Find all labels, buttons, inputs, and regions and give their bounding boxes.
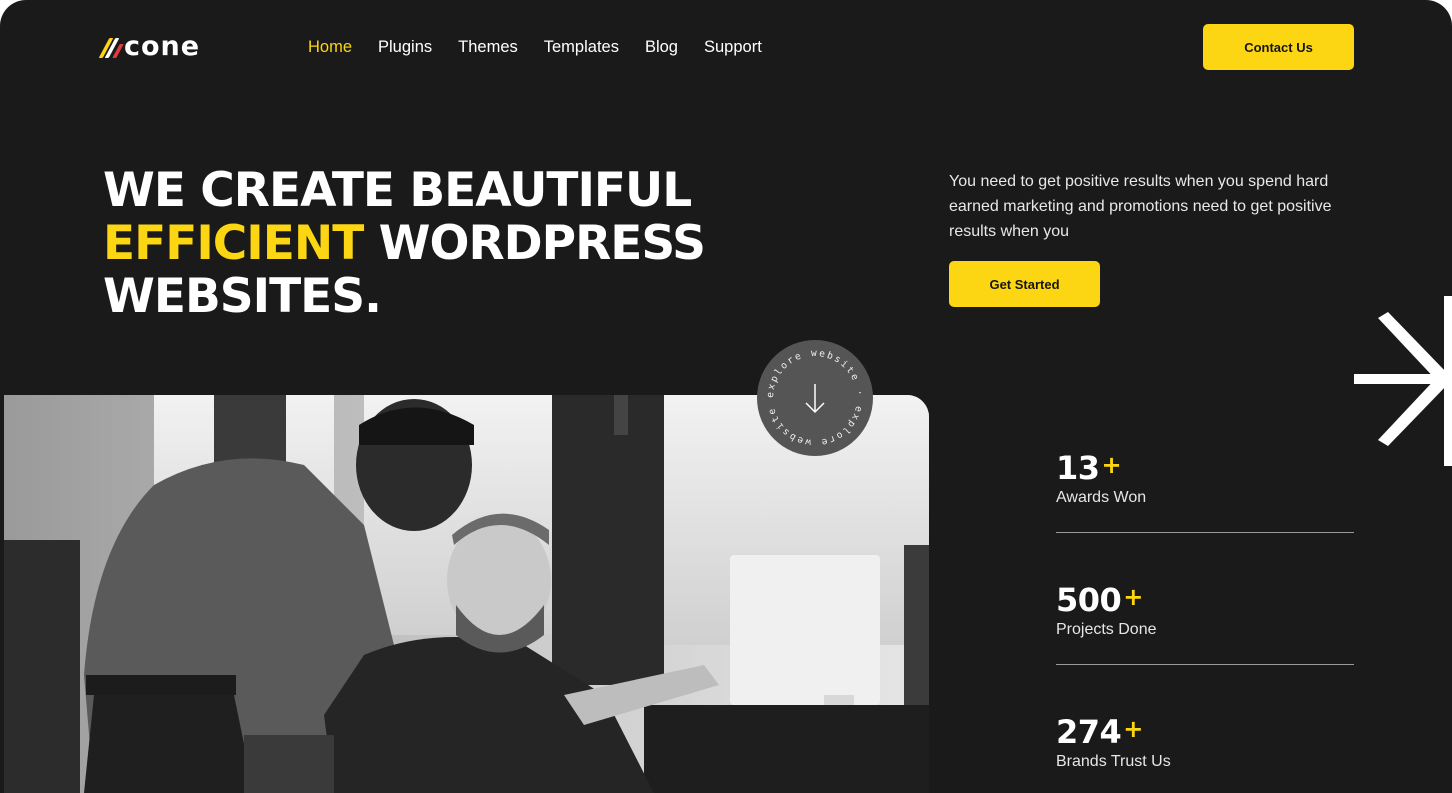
stat-value: 13+: [1056, 449, 1122, 487]
stat-divider: [1056, 532, 1354, 533]
nav-item-templates[interactable]: Templates: [544, 36, 619, 58]
hero-intro-text: You need to get positive results when yo…: [949, 173, 1332, 240]
stat-projects: 500+ Projects Done: [1056, 580, 1356, 641]
logo[interactable]: cone: [98, 31, 201, 62]
get-started-button[interactable]: Get Started: [949, 261, 1100, 307]
headline-highlight: EFFICIENT: [103, 216, 364, 271]
hero-headline: WE CREATE BEAUTIFUL EFFICIENT WORDPRESS …: [103, 164, 863, 323]
nav-item-home[interactable]: Home: [308, 36, 352, 58]
nav-item-blog[interactable]: Blog: [645, 36, 678, 58]
headline-line-3: WEBSITES.: [103, 269, 382, 324]
nav-item-plugins[interactable]: Plugins: [378, 36, 432, 58]
nav-item-themes[interactable]: Themes: [458, 36, 518, 58]
headline-line-1: WE CREATE BEAUTIFUL: [103, 163, 692, 218]
nav-item-support[interactable]: Support: [704, 36, 762, 58]
stat-value: 500+: [1056, 581, 1143, 619]
logo-mark-icon: [98, 36, 124, 58]
explore-website-badge[interactable]: explore website · explore website ·: [757, 340, 873, 456]
stat-value: 274+: [1056, 713, 1143, 751]
stat-label: Brands Trust Us: [1056, 753, 1171, 770]
main-nav: Home Plugins Themes Templates Blog Suppo…: [308, 36, 762, 58]
stat-awards: 13+ Awards Won: [1056, 448, 1356, 509]
page-frame: cone Home Plugins Themes Templates Blog …: [0, 0, 1452, 793]
contact-us-button[interactable]: Contact Us: [1203, 24, 1354, 70]
stat-label: Awards Won: [1056, 489, 1147, 506]
headline-line-2: WORDPRESS: [363, 216, 706, 271]
stat-divider: [1056, 664, 1354, 665]
asterisk-arrow-icon: [1354, 296, 1452, 466]
logo-wordmark: cone: [124, 31, 201, 62]
stat-label: Projects Done: [1056, 621, 1157, 638]
stat-brands: 274+ Brands Trust Us: [1056, 712, 1356, 773]
